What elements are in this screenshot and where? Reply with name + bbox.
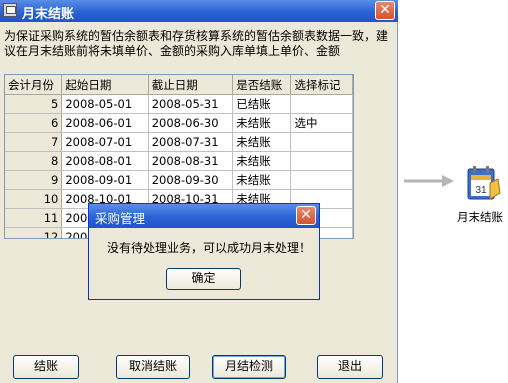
table-cell: 未结账	[232, 170, 292, 190]
month-cell: 8	[5, 151, 63, 171]
column-header[interactable]: 截止日期	[148, 75, 234, 95]
calendar-icon[interactable]: 31	[462, 163, 502, 203]
description-text: 为保证采购系统的暂估余额表和存货核算系统的暂估余额表数据一致，建议在月末结账前将…	[4, 29, 389, 58]
month-cell: 7	[5, 132, 63, 152]
month-cell: 9	[5, 170, 63, 190]
close-month-button[interactable]: 结账	[13, 355, 79, 379]
dialog-message: 没有待处理业务，可以成功月末处理！	[107, 241, 312, 255]
table-cell	[290, 94, 353, 114]
table-row[interactable]: 5 2008-05-01 2008-05-31 已结账	[5, 94, 353, 114]
purchase-management-dialog: 采购管理 ✕ 没有待处理业务，可以成功月末处理！ 确定	[88, 203, 320, 300]
table-cell: 2008-05-01	[61, 94, 149, 114]
month-cell: 12	[5, 227, 63, 238]
table-row[interactable]: 7 2008-07-01 2008-07-31 未结账	[5, 132, 353, 152]
window-close-button[interactable]: ✕	[375, 1, 395, 20]
table-cell: 已结账	[232, 94, 292, 114]
dialog-titlebar: 采购管理 ✕	[89, 204, 319, 228]
svg-text:31: 31	[475, 185, 487, 196]
table-cell: 未结账	[232, 132, 292, 152]
table-cell: 2008-07-01	[61, 132, 149, 152]
dialog-title: 采购管理	[95, 211, 146, 226]
window-app-icon	[3, 3, 17, 17]
month-cell: 10	[5, 189, 63, 209]
month-cell: 6	[5, 113, 63, 133]
dialog-close-button[interactable]: ✕	[296, 206, 316, 225]
ok-button[interactable]: 确定	[166, 268, 241, 290]
table-cell	[290, 132, 353, 152]
table-cell: 2008-08-31	[148, 151, 234, 171]
column-header[interactable]: 起始日期	[61, 75, 149, 95]
table-row[interactable]: 8 2008-08-01 2008-08-31 未结账	[5, 151, 353, 171]
cancel-close-button[interactable]: 取消结账	[116, 355, 190, 379]
table-cell	[290, 151, 353, 171]
table-row[interactable]: 6 2008-06-01 2008-06-30 未结账 选中	[5, 113, 353, 133]
table-cell: 未结账	[232, 113, 292, 133]
table-cell	[290, 170, 353, 190]
table-cell: 2008-09-01	[61, 170, 149, 190]
table-cell: 2008-06-30	[148, 113, 234, 133]
month-cell: 5	[5, 94, 63, 114]
month-check-button[interactable]: 月结检测	[212, 355, 286, 379]
month-cell: 11	[5, 208, 63, 228]
column-header[interactable]: 会计月份	[5, 75, 63, 95]
table-cell: 选中	[290, 113, 353, 133]
table-row[interactable]: 9 2008-09-01 2008-09-30 未结账	[5, 170, 353, 190]
table-cell: 2008-09-30	[148, 170, 234, 190]
window-title: 月末结账	[22, 7, 75, 22]
month-end-window: 月末结账 ✕ 为保证采购系统的暂估余额表和存货核算系统的暂估余额表数据一致，建议…	[0, 0, 398, 383]
window-titlebar: 月末结账 ✕	[0, 0, 398, 22]
table-cell: 2008-08-01	[61, 151, 149, 171]
column-header[interactable]: 是否结账	[232, 75, 292, 95]
exit-button[interactable]: 退出	[317, 355, 383, 379]
table-cell: 2008-06-01	[61, 113, 149, 133]
flow-arrow-icon	[404, 175, 454, 187]
table-cell: 未结账	[232, 151, 292, 171]
table-cell: 2008-07-31	[148, 132, 234, 152]
month-end-shortcut-label[interactable]: 月末结账	[457, 209, 503, 225]
table-cell: 2008-05-31	[148, 94, 234, 114]
column-header[interactable]: 选择标记	[290, 75, 353, 95]
